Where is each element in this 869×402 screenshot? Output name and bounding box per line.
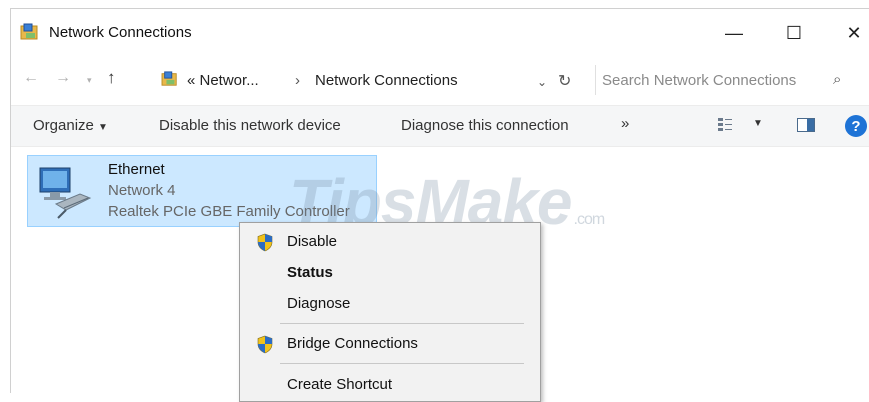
maximize-button[interactable]: ☐ <box>771 17 817 49</box>
title-bar: Network Connections — ☐ ✕ <box>11 9 869 57</box>
window-title: Network Connections <box>49 24 192 41</box>
watermark-suffix: .com <box>573 211 606 228</box>
menu-item-label: Disable <box>287 233 338 250</box>
search-input[interactable]: Search Network Connections <box>602 72 796 89</box>
ethernet-adapter-icon <box>39 167 92 219</box>
recent-locations-chevron-icon[interactable]: ▾ <box>87 75 92 86</box>
more-commands-button[interactable]: » <box>621 115 629 132</box>
breadcrumb-parent[interactable]: « Networ... <box>187 72 259 89</box>
network-connection-item[interactable]: Ethernet Network 4 Realtek PCIe GBE Fami… <box>27 155 377 227</box>
refresh-icon[interactable]: ↻ <box>558 71 571 91</box>
menu-item-disable[interactable]: Disable <box>242 228 538 256</box>
connection-name: Ethernet <box>108 161 165 178</box>
view-options-chevron-icon[interactable]: ▼ <box>753 118 763 129</box>
connection-network: Network 4 <box>108 182 176 199</box>
network-folder-icon <box>161 71 177 86</box>
menu-item-label: Status <box>287 264 333 281</box>
forward-arrow-icon[interactable]: → <box>55 69 71 87</box>
shield-icon <box>257 233 273 252</box>
search-box[interactable]: Search Network Connections ⌕ <box>595 65 855 95</box>
shield-icon <box>257 335 273 354</box>
organize-button[interactable]: Organize ▼ <box>33 117 108 134</box>
menu-item-create-shortcut[interactable]: Create Shortcut <box>242 371 538 399</box>
disable-device-button[interactable]: Disable this network device <box>159 117 341 134</box>
organize-label: Organize <box>33 117 94 134</box>
address-bar[interactable]: « Networ... › Network Connections ⌄ ↻ <box>153 65 587 95</box>
chevron-down-icon: ▼ <box>98 122 108 133</box>
menu-separator <box>280 323 524 324</box>
menu-item-bridge-connections[interactable]: Bridge Connections <box>242 330 538 358</box>
address-dropdown-chevron-icon[interactable]: ⌄ <box>537 75 547 89</box>
command-bar: Organize ▼ Disable this network device D… <box>11 105 869 147</box>
network-folder-icon <box>20 23 38 40</box>
close-button[interactable]: ✕ <box>831 17 869 49</box>
menu-item-label: Bridge Connections <box>287 335 418 352</box>
address-row: ← → ▾ ↑ « Networ... › Network Connection… <box>11 61 869 101</box>
connection-device: Realtek PCIe GBE Family Controller <box>108 203 350 220</box>
up-arrow-icon[interactable]: ↑ <box>107 68 116 88</box>
menu-item-diagnose[interactable]: Diagnose <box>242 290 538 318</box>
help-icon[interactable]: ? <box>845 115 867 137</box>
change-view-icon[interactable] <box>717 117 733 133</box>
menu-item-label: Diagnose <box>287 295 351 312</box>
preview-pane-icon[interactable] <box>797 118 815 132</box>
menu-separator <box>280 363 524 364</box>
diagnose-connection-button[interactable]: Diagnose this connection <box>401 117 569 134</box>
search-icon[interactable]: ⌕ <box>833 71 841 88</box>
menu-item-status[interactable]: Status <box>242 259 538 287</box>
menu-item-label: Create Shortcut <box>287 376 393 393</box>
minimize-button[interactable]: — <box>711 17 757 49</box>
breadcrumb-current[interactable]: Network Connections <box>315 72 458 89</box>
breadcrumb-separator-icon[interactable]: › <box>295 72 300 89</box>
back-arrow-icon[interactable]: ← <box>23 69 39 87</box>
context-menu: Disable Status Diagnose Bridge Connectio… <box>239 222 541 402</box>
explorer-window: Network Connections — ☐ ✕ ← → ▾ ↑ « Netw… <box>10 8 869 402</box>
